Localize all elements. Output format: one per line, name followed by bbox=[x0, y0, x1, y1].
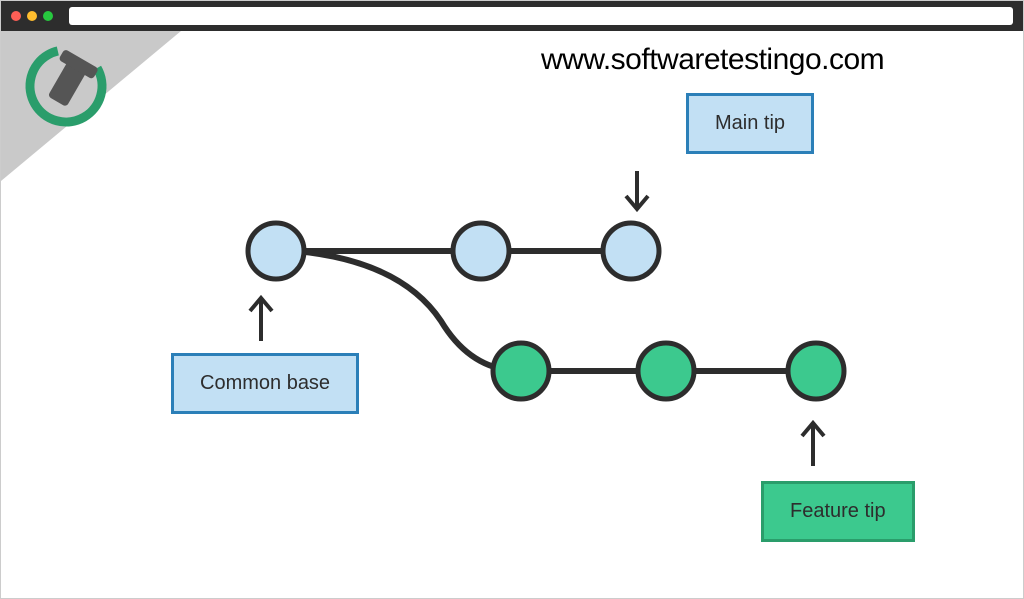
site-logo bbox=[21, 41, 111, 131]
label-main-tip: Main tip bbox=[686, 93, 814, 154]
main-node-2 bbox=[603, 223, 659, 279]
label-common-base-text: Common base bbox=[200, 372, 330, 395]
feature-node-0 bbox=[493, 343, 549, 399]
window-minimize-icon[interactable] bbox=[27, 11, 37, 21]
branch-diagram: Main tip Common base Feature tip bbox=[121, 81, 941, 591]
window-close-icon[interactable] bbox=[11, 11, 21, 21]
url-bar[interactable] bbox=[69, 7, 1013, 25]
feature-node-1 bbox=[638, 343, 694, 399]
main-node-1 bbox=[453, 223, 509, 279]
window-maximize-icon[interactable] bbox=[43, 11, 53, 21]
feature-node-2 bbox=[788, 343, 844, 399]
label-common-base: Common base bbox=[171, 353, 359, 414]
site-url-text: www.softwaretestingo.com bbox=[541, 43, 884, 77]
label-main-tip-text: Main tip bbox=[715, 112, 785, 135]
label-feature-tip-text: Feature tip bbox=[790, 500, 886, 523]
main-node-0 bbox=[248, 223, 304, 279]
browser-chrome bbox=[1, 1, 1023, 31]
label-feature-tip: Feature tip bbox=[761, 481, 915, 542]
